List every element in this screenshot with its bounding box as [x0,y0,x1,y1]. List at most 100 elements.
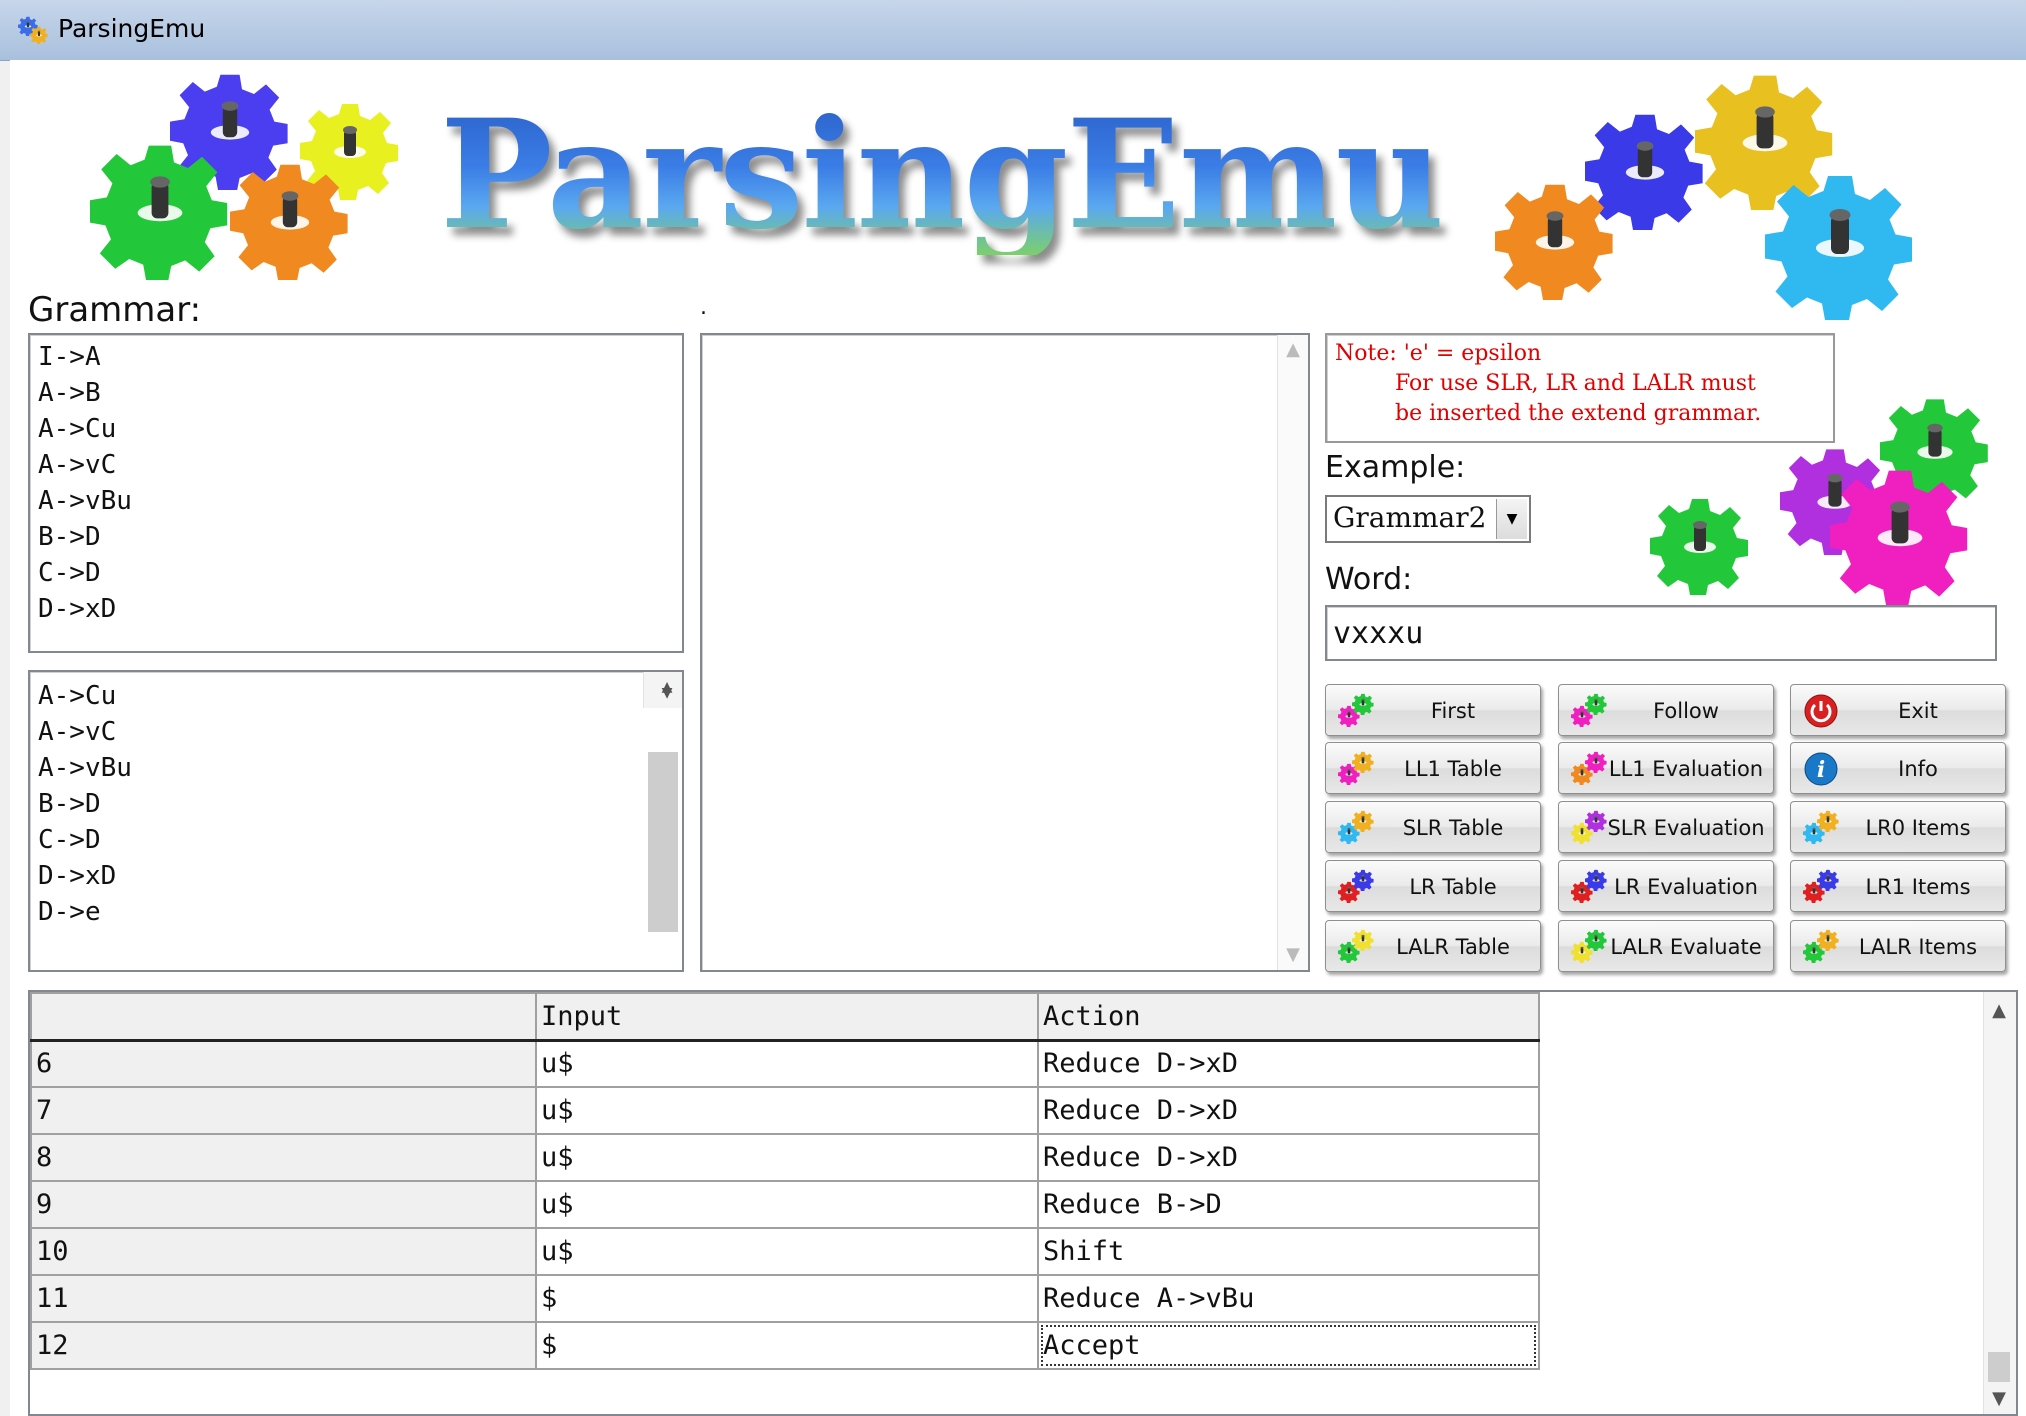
row-number: 8 [30,1133,537,1182]
list-item[interactable]: A->vBu [30,750,682,786]
table-row[interactable]: 11 $ Reduce A->vBu [30,1274,1540,1323]
lalr-table-button[interactable]: LALR Table [1325,920,1541,972]
productions-list[interactable]: A->Cu A->vC A->vBu B->D C->D D->xD D->e … [28,670,684,972]
info-button[interactable]: i Info [1790,742,2006,794]
app-gear-icon [18,16,48,44]
table-row[interactable]: 10 u$ Shift [30,1227,1540,1276]
table-row[interactable]: 7 u$ Reduce D->xD [30,1086,1540,1135]
scroll-down-icon[interactable]: ▼ [644,678,682,708]
lalr-items-button[interactable]: LALR Items [1790,920,2006,972]
example-label: Example: [1325,450,1466,485]
output-textarea[interactable]: ▲ ▼ [700,333,1310,972]
results-scrollbar[interactable]: ▲ ▼ [1983,992,2016,1414]
input-cell[interactable]: u$ [535,1133,1039,1182]
button-label: LALR Items [1858,935,1978,959]
column-header[interactable] [30,992,537,1042]
follow-button[interactable]: Follow [1558,684,1774,736]
note-line: Note: 'e' = epsilon [1335,341,1542,366]
chevron-down-icon[interactable]: ▼ [1496,499,1527,539]
grammar-rule: D->xD [38,594,117,624]
scroll-up-icon[interactable]: ▲ [1984,996,2014,1026]
list-item[interactable]: A->vC [30,714,682,750]
lr1-items-button[interactable]: LR1 Items [1790,860,2006,912]
grammar-rule: A->B [38,378,101,408]
action-cell[interactable]: Reduce B->D [1037,1180,1540,1229]
lr-evaluation-button[interactable]: LR Evaluation [1558,860,1774,912]
row-number: 9 [30,1180,537,1229]
output-scrollbar[interactable]: ▲ ▼ [1277,335,1308,970]
input-cell[interactable]: u$ [535,1086,1039,1135]
gears-left-icon [90,74,398,280]
row-number: 10 [30,1227,537,1276]
table-row[interactable]: 9 u$ Reduce B->D [30,1180,1540,1229]
gears-small-icon [1650,399,1988,605]
ll1-table-button[interactable]: LL1 Table [1325,742,1541,794]
results-table: Input Action 6 u$ Reduce D->xD 7 u$ Redu… [30,992,1540,1370]
action-cell[interactable]: Reduce A->vBu [1037,1274,1540,1323]
list-item[interactable]: D->e [30,894,682,930]
grammar-rule: C->D [38,558,101,588]
list-item[interactable]: A->Cu [30,678,682,714]
button-label: LR Table [1409,875,1497,899]
example-select-value: Grammar2 [1333,501,1487,534]
grammar-textarea[interactable]: I->A A->B A->Cu A->vC A->vBu B->D C->D D… [28,333,684,653]
word-input[interactable]: vxxxu [1325,605,1997,661]
scroll-thumb[interactable] [648,752,678,932]
scroll-down-icon[interactable]: ▼ [1278,940,1308,970]
button-label: SLR Table [1402,816,1504,840]
grammar-rule: A->vC [38,450,117,480]
column-header[interactable]: Action [1037,992,1540,1042]
title-bar: ParsingEmu [0,0,2026,61]
input-cell[interactable]: u$ [535,1227,1039,1276]
svg-text:i: i [1817,757,1825,783]
button-label: LL1 Table [1404,757,1502,781]
app-logo: ParsingEmu [440,87,1444,263]
grammar-label: Grammar: [28,290,202,330]
button-label: LL1 Evaluation [1608,757,1764,781]
action-cell[interactable]: Reduce D->xD [1037,1133,1540,1182]
productions-scrollbar[interactable]: ▲ ▼ [643,672,682,932]
row-number: 7 [30,1086,537,1135]
row-number: 11 [30,1274,537,1323]
action-cell[interactable]: Reduce D->xD [1037,1039,1540,1088]
first-button[interactable]: First [1325,684,1541,736]
input-cell[interactable]: u$ [535,1039,1039,1088]
dot-label: . [700,295,707,320]
button-label: LR Evaluation [1614,875,1758,899]
window-title: ParsingEmu [58,14,206,43]
lalr-evaluate-button[interactable]: LALR Evaluate [1558,920,1774,972]
slr-evaluation-button[interactable]: SLR Evaluation [1558,801,1774,853]
lr-table-button[interactable]: LR Table [1325,860,1541,912]
table-row[interactable]: 12 $ Accept [30,1321,1540,1370]
button-label: Follow [1653,699,1719,723]
button-label: Info [1898,757,1938,781]
example-select[interactable]: Grammar2 ▼ [1325,495,1531,543]
button-label: SLR Evaluation [1607,816,1765,840]
input-cell[interactable]: $ [535,1274,1039,1323]
lr0-items-button[interactable]: LR0 Items [1790,801,2006,853]
table-row[interactable]: 8 u$ Reduce D->xD [30,1133,1540,1182]
grammar-rule: A->Cu [38,414,117,444]
exit-button[interactable]: Exit [1790,684,2006,736]
column-header[interactable]: Input [535,992,1039,1042]
slr-table-button[interactable]: SLR Table [1325,801,1541,853]
button-label: LALR Evaluate [1610,935,1762,959]
input-cell[interactable]: u$ [535,1180,1039,1229]
input-cell[interactable]: $ [535,1321,1039,1370]
scroll-down-icon[interactable]: ▼ [1984,1384,2014,1414]
action-cell[interactable]: Accept [1037,1321,1540,1370]
scroll-thumb[interactable] [1988,1352,2010,1382]
action-cell[interactable]: Reduce D->xD [1037,1086,1540,1135]
gears-right-icon [1495,75,1912,320]
results-grid[interactable]: Input Action 6 u$ Reduce D->xD 7 u$ Redu… [28,990,2018,1416]
list-item[interactable]: C->D [30,822,682,858]
ll1-evaluation-button[interactable]: LL1 Evaluation [1558,742,1774,794]
table-row[interactable]: 6 u$ Reduce D->xD [30,1039,1540,1088]
button-label: First [1430,699,1476,723]
action-cell[interactable]: Shift [1037,1227,1540,1276]
button-label: LR1 Items [1865,875,1971,899]
scroll-up-icon[interactable]: ▲ [1278,335,1308,365]
list-item[interactable]: B->D [30,786,682,822]
list-item[interactable]: D->xD [30,858,682,894]
word-label: Word: [1325,562,1413,597]
